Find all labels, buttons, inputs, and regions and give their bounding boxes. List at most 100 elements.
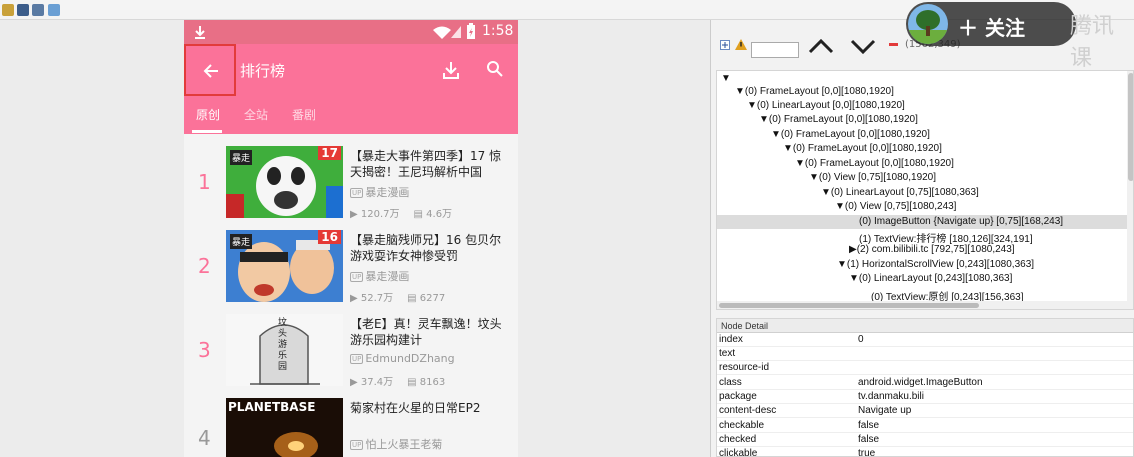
video-thumbnail: 暴走 17 — [226, 146, 343, 218]
play-icon: ▶ — [350, 209, 361, 220]
uploader-name: UP 怕上火暴王老菊 — [350, 436, 442, 452]
ranking-item[interactable]: 4 PLANETBASE 菊家村在火星的日常EP2 UP 怕上火暴王老菊 — [184, 396, 518, 457]
signal-icon — [451, 26, 461, 38]
video-title: 【暴走大事件第四季】17 惊天揭密！王尼玛解析中国 — [350, 149, 502, 179]
video-thumbnail: 坟头游乐园 — [226, 314, 343, 386]
danmaku-icon: ▤ — [407, 293, 420, 304]
follow-label: ＋ 关注 — [958, 16, 1025, 40]
app-bar: 排行榜 — [184, 44, 518, 96]
chevron-up-icon[interactable] — [808, 38, 834, 54]
video-stats: ▶ 120.7万 ▤ 4.6万 — [350, 205, 452, 220]
avatar — [908, 4, 948, 44]
back-button[interactable] — [184, 44, 236, 96]
episode-badge: 16 — [318, 230, 341, 244]
status-time: 1:58 — [482, 23, 514, 39]
tab-indicator — [192, 130, 222, 133]
tree-node[interactable]: ▼(0) LinearLayout [0,75][1080,363] — [821, 187, 979, 198]
uploader-name: UP 暴走漫画 — [350, 184, 409, 200]
tree-node[interactable]: ▼(0) View [0,75][1080,243] — [835, 201, 956, 212]
baozou-logo: 暴走 — [230, 234, 253, 249]
detail-row[interactable]: package tv.danmaku.bili — [717, 390, 1133, 404]
battery-icon — [467, 23, 475, 39]
detail-row[interactable]: content-desc Navigate up — [717, 404, 1133, 418]
tree-node[interactable]: ▼(0) FrameLayout [0,0][1080,1920] — [759, 114, 918, 125]
tab-bangumi[interactable]: 番剧 — [292, 106, 316, 123]
uploader-name: UP EdmundDZhang — [350, 352, 455, 365]
danmaku-count: 8163 — [419, 377, 446, 388]
uploader-label: EdmundDZhang — [365, 352, 455, 365]
chevron-down-icon[interactable] — [850, 38, 876, 54]
tree-node[interactable]: ▼(0) FrameLayout [0,0][1080,1920] — [771, 129, 930, 140]
save-icon[interactable] — [48, 4, 60, 16]
detail-row[interactable]: class android.widget.ImageButton — [717, 376, 1133, 390]
up-tag-icon: UP — [350, 272, 364, 282]
tree-node[interactable]: ▼(0) FrameLayout [0,0][1080,1920] — [795, 158, 954, 169]
tree-root-toggle[interactable]: ▼ — [721, 73, 731, 84]
video-stats: ▶ 37.4万 ▤ 8163 — [350, 373, 445, 388]
tree-node[interactable]: ▼(0) FrameLayout [0,0][1080,1920] — [735, 86, 894, 97]
ranking-item[interactable]: 2 暴走 16 【暴走脑残师兄】16 包贝尔游戏耍诈女神惨受罚 UP 暴走漫画 ▶… — [184, 228, 518, 310]
status-bar: 1:58 — [184, 20, 518, 44]
uploader-name: UP 暴走漫画 — [350, 268, 409, 284]
tree-avatar-icon — [908, 10, 948, 44]
tree-node[interactable]: ▼(1) HorizontalScrollView [0,243][1080,3… — [837, 259, 1034, 270]
uploader-label: 怕上火暴王老菊 — [365, 438, 443, 451]
view-count: 52.7万 — [360, 293, 394, 304]
clear-icon[interactable] — [889, 43, 898, 46]
detail-row[interactable]: clickable true — [717, 447, 1133, 456]
search-button[interactable] — [486, 60, 504, 78]
detail-row[interactable]: text — [717, 347, 1133, 361]
search-node-input[interactable] — [751, 42, 799, 58]
ranking-item[interactable]: 3 坟头游乐园 【老E】真！灵车飘逸！坟头游乐园构建计 UP EdmundDZha… — [184, 312, 518, 394]
screenshot-icon[interactable] — [32, 4, 44, 16]
detail-header-label: Node Detail — [721, 321, 769, 331]
video-thumbnail: 暴走 16 — [226, 230, 343, 302]
rank-number: 2 — [198, 254, 211, 278]
device-screenshot[interactable]: 1:58 排行榜 原创 全站 番剧 1 暴走 17 【暴走大事件第四季】17 惊… — [184, 20, 518, 457]
device-icon[interactable] — [17, 4, 29, 16]
rank-number: 1 — [198, 170, 211, 194]
uploader-label: 暴走漫画 — [365, 186, 410, 199]
detail-row[interactable]: resource-id — [717, 361, 1133, 375]
app-icon[interactable] — [2, 4, 14, 16]
page-title: 排行榜 — [240, 62, 286, 80]
ranking-item[interactable]: 1 暴走 17 【暴走大事件第四季】17 惊天揭密！王尼玛解析中国 UP 暴走漫画… — [184, 144, 518, 226]
node-detail-table: Node Detail index 0 text resource-id clas… — [716, 318, 1134, 457]
arrow-left-icon — [203, 64, 218, 78]
tree-node[interactable]: ▶(2) com.bilibili.tc [792,75][1080,243] — [849, 244, 1015, 255]
vertical-scrollbar[interactable] — [1127, 71, 1133, 301]
danmaku-icon: ▤ — [413, 209, 427, 220]
watermark-text: 腾讯课 — [1070, 14, 1115, 71]
tab-original[interactable]: 原创 — [196, 106, 220, 123]
rank-number: 3 — [198, 338, 211, 362]
tree-node-selected[interactable]: (0) ImageButton {Navigate up} [0,75][168… — [859, 216, 1063, 227]
up-tag-icon: UP — [350, 440, 364, 450]
view-count: 37.4万 — [360, 377, 394, 388]
hierarchy-tree[interactable]: ▼ ▼(0) FrameLayout [0,0][1080,1920] ▼(0)… — [716, 70, 1134, 310]
detail-row[interactable]: checkable false — [717, 419, 1133, 433]
horizontal-scrollbar[interactable] — [717, 301, 1133, 309]
detail-header: Node Detail — [717, 319, 1133, 333]
tree-node[interactable]: ▼(0) LinearLayout [0,243][1080,363] — [849, 273, 1012, 284]
video-title: 【老E】真！灵车飘逸！坟头游乐园构建计 — [350, 317, 502, 347]
expand-all-icon[interactable] — [720, 40, 730, 50]
video-stats: ▶ 52.7万 ▤ 6277 — [350, 289, 445, 304]
warning-icon[interactable] — [735, 39, 747, 50]
tree-node[interactable]: (1) TextView:排行榜 [180,126][324,191] — [859, 230, 1033, 245]
download-button[interactable] — [442, 60, 460, 80]
scrollbar-thumb[interactable] — [719, 303, 979, 308]
up-tag-icon: UP — [350, 354, 364, 364]
video-title: 【暴走脑残师兄】16 包贝尔游戏耍诈女神惨受罚 — [350, 233, 502, 263]
play-icon: ▶ — [350, 377, 361, 388]
video-thumbnail: PLANETBASE — [226, 398, 343, 457]
follow-button[interactable]: ＋ 关注 — [906, 2, 1076, 46]
detail-row[interactable]: index 0 — [717, 333, 1133, 347]
tree-node[interactable]: ▼(0) View [0,75][1080,1920] — [809, 172, 936, 183]
tree-node[interactable]: ▼(0) FrameLayout [0,0][1080,1920] — [783, 143, 942, 154]
detail-row[interactable]: checked false — [717, 433, 1133, 447]
video-title: 菊家村在火星的日常EP2 — [350, 401, 481, 415]
scrollbar-thumb[interactable] — [1128, 73, 1133, 181]
tree-node[interactable]: ▼(0) LinearLayout [0,0][1080,1920] — [747, 100, 905, 111]
tab-all-site[interactable]: 全站 — [244, 106, 268, 123]
tab-bar: 原创 全站 番剧 — [184, 96, 518, 134]
